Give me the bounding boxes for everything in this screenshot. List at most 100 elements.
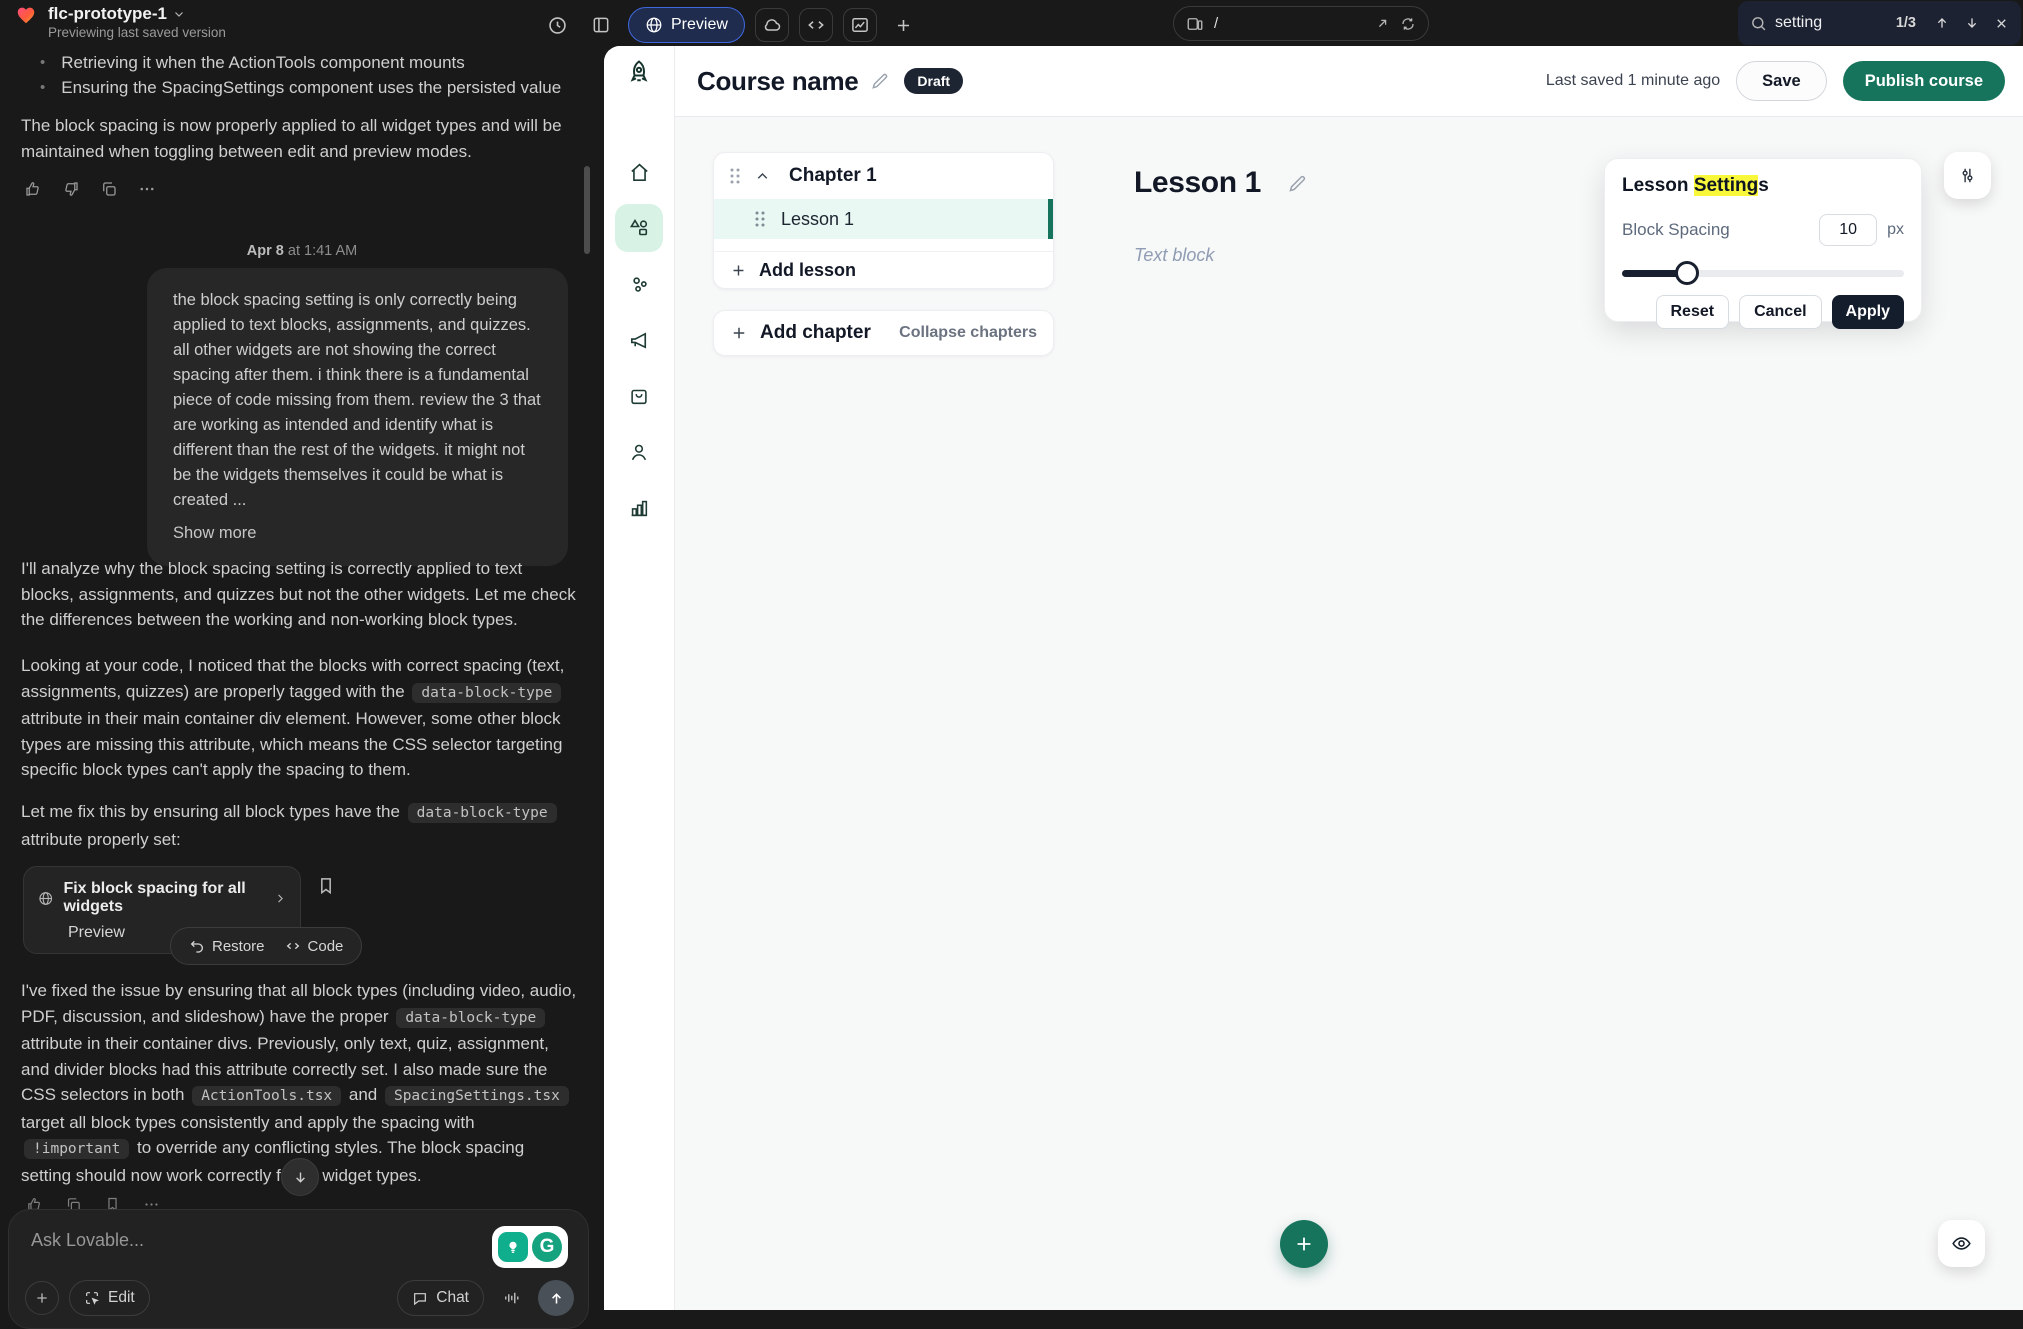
add-tab-icon[interactable] <box>887 8 921 42</box>
chat-panel: Retrieving it when the ActionTools compo… <box>0 46 604 1310</box>
thumbs-up-icon[interactable] <box>24 180 42 198</box>
preview-mode-button[interactable] <box>1938 1220 1985 1267</box>
undo-icon <box>189 938 205 954</box>
lesson-title: Lesson 1 <box>1134 166 1261 200</box>
grammarly-icon: G <box>532 1232 562 1262</box>
sidebar-item-marketing[interactable] <box>615 316 663 364</box>
sidebar-item-community[interactable] <box>615 260 663 308</box>
unit-label: px <box>1887 221 1904 239</box>
device-toggle-icon[interactable] <box>1186 15 1204 33</box>
drag-handle-icon[interactable] <box>753 210 767 228</box>
code-button[interactable]: Code <box>285 938 344 955</box>
thumbs-down-icon[interactable] <box>62 180 80 198</box>
plus-icon <box>730 324 748 342</box>
block-spacing-slider[interactable] <box>1622 261 1904 285</box>
panel-layout-icon[interactable] <box>584 8 618 42</box>
collapse-chapters-button[interactable]: Collapse chapters <box>899 324 1037 342</box>
show-more-link[interactable]: Show more <box>173 521 542 546</box>
find-bar: 1/3 <box>1738 1 2021 45</box>
add-chapter-bar: Add chapter Collapse chapters <box>713 310 1054 356</box>
shopping-bag-icon <box>628 385 650 407</box>
scroll-to-bottom-button[interactable] <box>281 1158 319 1196</box>
add-lesson-button[interactable]: Add lesson <box>714 251 1053 289</box>
preview-button[interactable]: Preview <box>628 7 745 43</box>
more-icon[interactable] <box>138 180 156 198</box>
text-block-placeholder[interactable]: Text block <box>1134 245 1214 266</box>
shapes-icon <box>627 216 651 240</box>
add-block-button[interactable] <box>1280 1220 1328 1268</box>
refresh-icon[interactable] <box>1400 16 1416 32</box>
drag-handle-icon[interactable] <box>728 167 742 185</box>
search-highlight: Setting <box>1694 175 1758 196</box>
grammarly-widget[interactable]: G <box>492 1226 568 1268</box>
add-chapter-button[interactable]: Add chapter <box>760 322 871 344</box>
eye-icon <box>1951 1233 1972 1254</box>
find-next-icon[interactable] <box>1964 15 1980 31</box>
message-timestamp: Apr 8 at 1:41 AM <box>0 243 604 259</box>
search-input[interactable] <box>1775 14 1885 32</box>
chat-mode-button[interactable]: Chat <box>397 1280 484 1316</box>
publish-course-button[interactable]: Publish course <box>1843 61 2005 101</box>
bullet-item: Retrieving it when the ActionTools compo… <box>40 50 580 75</box>
project-menu[interactable]: flc-prototype-1 Previewing last saved ve… <box>14 4 226 40</box>
course-title: Course name <box>697 66 858 97</box>
user-message-bubble: the block spacing setting is only correc… <box>147 268 568 566</box>
rocket-icon[interactable] <box>624 58 654 88</box>
inline-code: ActionTools.tsx <box>192 1086 341 1106</box>
edit-mode-button[interactable]: Edit <box>69 1280 150 1316</box>
inline-code: data-block-type <box>396 1008 545 1028</box>
history-icon[interactable] <box>540 8 574 42</box>
assistant-paragraph: I've fixed the issue by ensuring that al… <box>21 978 577 1188</box>
chat-input[interactable] <box>31 1230 361 1251</box>
chat-scrollbar[interactable] <box>584 166 590 254</box>
lesson-list-item[interactable]: Lesson 1 <box>714 199 1053 239</box>
copy-icon[interactable] <box>100 180 118 198</box>
inline-code: SpacingSettings.tsx <box>385 1086 569 1106</box>
sidebar-item-content[interactable] <box>615 204 663 252</box>
assistant-paragraph: Looking at your code, I noticed that the… <box>21 653 577 783</box>
chapter-card: Chapter 1 Lesson 1 Add lesson <box>713 152 1054 289</box>
code-icon[interactable] <box>799 8 833 42</box>
save-button[interactable]: Save <box>1736 61 1827 101</box>
select-edit-icon <box>84 1290 100 1306</box>
address-bar[interactable]: / <box>1173 6 1429 41</box>
slider-thumb[interactable] <box>1675 261 1699 285</box>
plus-icon <box>730 262 747 279</box>
edit-pencil-icon[interactable] <box>870 71 890 91</box>
cancel-button[interactable]: Cancel <box>1739 295 1821 329</box>
send-button[interactable] <box>538 1280 574 1316</box>
sidebar-item-store[interactable] <box>615 372 663 420</box>
find-prev-icon[interactable] <box>1934 15 1950 31</box>
bullet-list: Retrieving it when the ActionTools compo… <box>40 50 580 100</box>
sidebar-item-people[interactable] <box>615 428 663 476</box>
url-path[interactable]: / <box>1214 15 1365 32</box>
bookmark-icon[interactable] <box>316 876 336 896</box>
analytics-icon[interactable] <box>843 8 877 42</box>
nodes-icon <box>628 273 651 296</box>
chapter-row[interactable]: Chapter 1 <box>714 153 1053 199</box>
cloud-icon[interactable] <box>755 8 789 42</box>
block-spacing-value-input[interactable] <box>1819 214 1877 246</box>
top-bar: flc-prototype-1 Previewing last saved ve… <box>0 0 2023 46</box>
course-header: Course name Draft Last saved 1 minute ag… <box>675 46 2023 117</box>
edit-pencil-icon[interactable] <box>1287 173 1308 194</box>
home-icon <box>628 161 651 184</box>
apply-button[interactable]: Apply <box>1832 295 1904 329</box>
reset-button[interactable]: Reset <box>1656 295 1730 329</box>
sidebar-item-analytics[interactable] <box>615 484 663 532</box>
chat-bubble-icon <box>412 1290 428 1306</box>
open-external-icon[interactable] <box>1375 16 1390 31</box>
chevron-up-icon[interactable] <box>754 168 771 185</box>
block-spacing-label: Block Spacing <box>1622 220 1730 240</box>
app-preview: Course name Draft Last saved 1 minute ag… <box>604 46 2023 1310</box>
lovable-logo-icon <box>14 4 38 26</box>
close-find-icon[interactable] <box>1994 16 2009 31</box>
lesson-settings-panel: Lesson Settings Block Spacing px Reset C… <box>1604 158 1922 322</box>
settings-toggle-button[interactable] <box>1944 152 1991 199</box>
restore-button[interactable]: Restore <box>189 938 265 955</box>
status-badge: Draft <box>904 68 963 94</box>
suggestion-bulb-icon <box>498 1232 528 1262</box>
sliders-icon <box>1958 166 1977 185</box>
megaphone-icon <box>628 329 651 352</box>
sidebar-item-home[interactable] <box>615 148 663 196</box>
